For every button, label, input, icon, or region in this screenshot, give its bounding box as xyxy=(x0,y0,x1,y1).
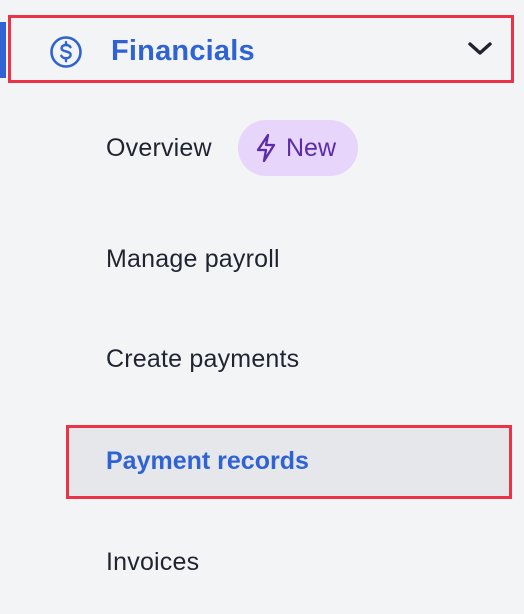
sidebar-nav: Financials Overview New Manage payroll C… xyxy=(0,0,524,614)
financials-section-toggle[interactable]: Financials xyxy=(8,15,514,83)
section-title: Financials xyxy=(111,35,255,67)
nav-item-payment-records[interactable]: Payment records xyxy=(66,425,512,499)
nav-item-invoices[interactable]: Invoices xyxy=(106,546,199,578)
lightning-bolt-icon xyxy=(256,133,276,163)
badge-label: New xyxy=(286,134,337,162)
new-badge: New xyxy=(238,120,358,176)
active-section-indicator xyxy=(0,22,6,78)
nav-item-overview[interactable]: Overview xyxy=(106,132,212,164)
nav-item-create-payments[interactable]: Create payments xyxy=(106,343,299,375)
nav-item-manage-payroll[interactable]: Manage payroll xyxy=(106,243,280,275)
dollar-circle-icon xyxy=(50,36,82,68)
nav-item-label: Payment records xyxy=(106,447,309,475)
chevron-down-icon xyxy=(468,42,492,55)
